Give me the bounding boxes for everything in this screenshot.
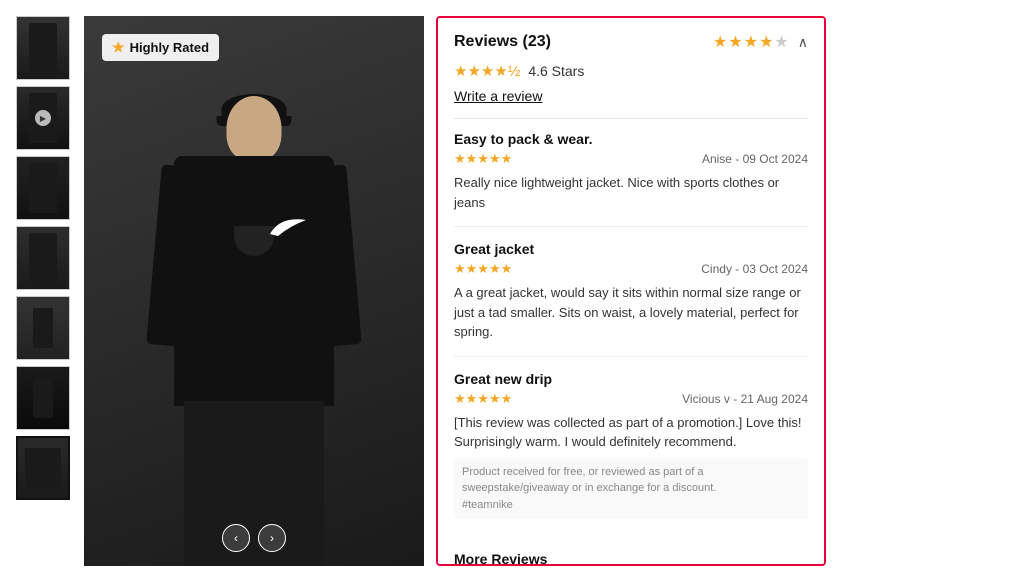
jacket-collar [234, 226, 274, 256]
review-author-date-2: Cindy - 03 Oct 2024 [701, 262, 808, 276]
review-item-2: Great jacket ★★★★★ Cindy - 03 Oct 2024 A… [454, 241, 808, 357]
play-icon: ▶ [35, 110, 51, 126]
thumbnail-strip: ▶ [16, 16, 72, 566]
review-item-3: Great new drip ★★★★★ Vicious v - 21 Aug … [454, 371, 808, 534]
thumbnail-5[interactable] [16, 296, 70, 360]
nike-swoosh-icon [270, 216, 306, 240]
highly-rated-badge: ★ Highly Rated [102, 34, 219, 61]
image-nav-arrows: ‹ › [222, 524, 286, 552]
thumbnail-6[interactable] [16, 366, 70, 430]
divider-1 [454, 118, 808, 119]
review-author-date-3: Vicious v - 21 Aug 2024 [682, 392, 808, 406]
jacket-body [174, 156, 334, 406]
badge-label: Highly Rated [130, 40, 209, 55]
more-reviews-link[interactable]: More Reviews [454, 551, 547, 566]
review-meta-3: ★★★★★ Vicious v - 21 Aug 2024 [454, 391, 808, 407]
reviews-header-right: ★★★★★ ∧ [713, 32, 808, 52]
overall-rating-text: 4.6 Stars [528, 63, 584, 79]
review-item-1: Easy to pack & wear. ★★★★★ Anise - 09 Oc… [454, 131, 808, 227]
thumbnail-1[interactable] [16, 16, 70, 80]
reviews-header: Reviews (23) ★★★★★ ∧ [454, 32, 808, 52]
review-title-3: Great new drip [454, 371, 808, 387]
reviews-panel: Reviews (23) ★★★★★ ∧ ★★★★½ 4.6 Stars Wri… [436, 16, 826, 566]
main-product-image: ★ Highly Rated [84, 16, 424, 566]
prev-arrow-button[interactable]: ‹ [222, 524, 250, 552]
badge-star-icon: ★ [112, 39, 125, 56]
review-title-2: Great jacket [454, 241, 808, 257]
reviews-title: Reviews (23) [454, 33, 551, 51]
overall-stars-display: ★★★★★ [713, 32, 790, 52]
review-body-3: [This review was collected as part of a … [454, 413, 808, 452]
thumbnail-3[interactable] [16, 156, 70, 220]
thumbnail-7[interactable] [16, 436, 70, 500]
collapse-reviews-button[interactable]: ∧ [798, 34, 808, 51]
product-model [144, 86, 364, 566]
review-title-1: Easy to pack & wear. [454, 131, 808, 147]
overall-rating-row: ★★★★½ 4.6 Stars [454, 62, 808, 80]
review-stars-3: ★★★★★ [454, 391, 512, 407]
review-disclaimer-3: Product received for free, or reviewed a… [454, 458, 808, 520]
page-container: ▶ ★ Highly Rated [0, 0, 1024, 582]
review-meta-1: ★★★★★ Anise - 09 Oct 2024 [454, 151, 808, 167]
review-body-2: A a great jacket, would say it sits with… [454, 283, 808, 342]
thumbnail-2[interactable]: ▶ [16, 86, 70, 150]
model-head [227, 96, 282, 161]
overall-stars-icon: ★★★★½ [454, 62, 520, 80]
review-author-date-1: Anise - 09 Oct 2024 [702, 152, 808, 166]
review-stars-2: ★★★★★ [454, 261, 512, 277]
write-review-link[interactable]: Write a review [454, 88, 542, 104]
next-arrow-button[interactable]: › [258, 524, 286, 552]
review-meta-2: ★★★★★ Cindy - 03 Oct 2024 [454, 261, 808, 277]
thumbnail-4[interactable] [16, 226, 70, 290]
review-stars-1: ★★★★★ [454, 151, 512, 167]
review-body-1: Really nice lightweight jacket. Nice wit… [454, 173, 808, 212]
